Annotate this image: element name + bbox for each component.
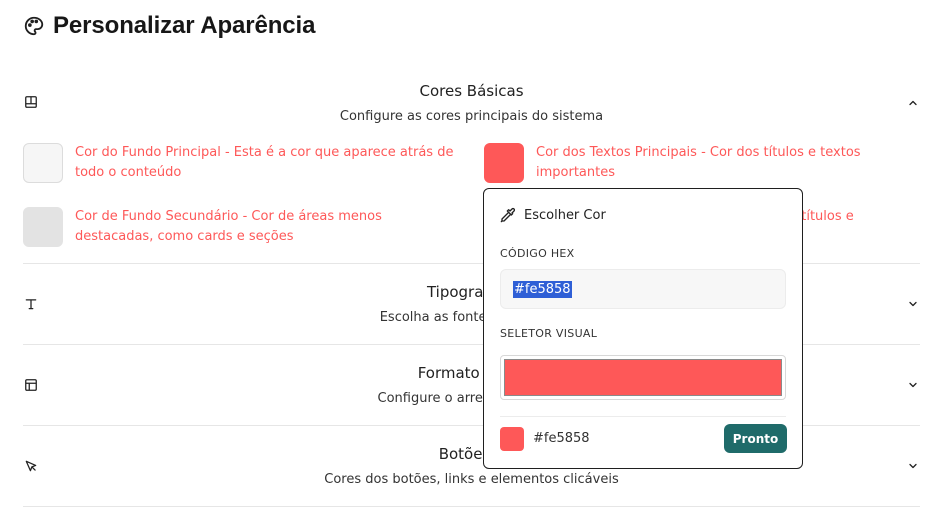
hex-input[interactable]: #fe5858: [500, 269, 786, 309]
current-color-hex: #fe5858: [533, 431, 590, 446]
section-subtitle: Cores dos botões, links e elementos clic…: [324, 472, 619, 487]
section-subtitle: Configure as cores principais do sistema: [339, 109, 604, 124]
color-item-fundo-secundario: Cor de Fundo Secundário - Cor de áreas m…: [23, 207, 443, 247]
done-button[interactable]: Pronto: [724, 424, 787, 453]
palette-icon: [23, 15, 45, 37]
page-title: Personalizar Aparência: [53, 12, 316, 39]
color-swatch[interactable]: [23, 207, 63, 247]
page-header: Personalizar Aparência: [23, 12, 315, 40]
picker-title: Escolher Cor: [524, 207, 606, 223]
section-title: Cores Básicas: [419, 82, 524, 100]
chevron-down-icon[interactable]: [906, 459, 920, 473]
hex-label: CÓDIGO HEX: [500, 247, 575, 260]
section-cores-basicas[interactable]: Cores Básicas Configure as cores princip…: [23, 80, 920, 130]
chevron-down-icon[interactable]: [906, 297, 920, 311]
chevron-up-icon[interactable]: [906, 96, 920, 110]
divider: [500, 416, 786, 417]
color-label: Cor do Fundo Principal - Esta é a cor qu…: [75, 145, 454, 180]
pipette-icon: [500, 207, 516, 223]
visual-color-fill: [504, 359, 782, 396]
color-label: Cor de Fundo Secundário - Cor de áreas m…: [75, 209, 382, 244]
visual-selector-label: SELETOR VISUAL: [500, 327, 598, 340]
color-label: Cor dos Textos Principais - Cor dos títu…: [536, 145, 861, 180]
divider: [23, 506, 920, 507]
visual-color-selector[interactable]: [500, 355, 786, 400]
color-item-textos-principais: Cor dos Textos Principais - Cor dos títu…: [484, 143, 904, 183]
color-item-fundo-principal: Cor do Fundo Principal - Esta é a cor qu…: [23, 143, 463, 183]
color-swatch[interactable]: [484, 143, 524, 183]
chevron-down-icon[interactable]: [906, 378, 920, 392]
color-picker-popover: Escolher Cor CÓDIGO HEX #fe5858 SELETOR …: [483, 188, 803, 469]
hex-input-value: #fe5858: [513, 280, 572, 298]
picker-header: Escolher Cor: [500, 207, 606, 223]
current-color-swatch: [500, 427, 524, 451]
color-swatch[interactable]: [23, 143, 63, 183]
color-item-partial: btítulos e: [793, 207, 913, 227]
